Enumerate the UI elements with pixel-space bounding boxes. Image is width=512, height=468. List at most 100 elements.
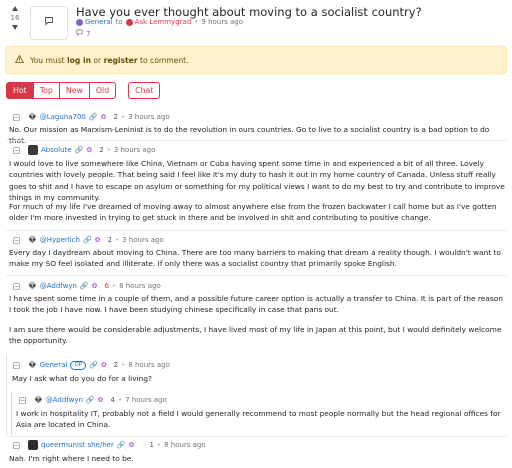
collapse-icon[interactable]: −: [13, 236, 20, 244]
chat-button[interactable]: Chat: [128, 82, 161, 99]
comment-time: 8 hours ago: [119, 282, 161, 290]
collapse-icon[interactable]: −: [13, 441, 20, 449]
comment-author[interactable]: @Hyperlich: [40, 235, 80, 245]
comment-count[interactable]: 7: [76, 29, 90, 39]
comment-header: − 👽 General OP 🔗 ✿ 2 • 8 hours ago: [13, 360, 170, 370]
alien-icon: 👽: [28, 282, 37, 290]
vote-column: 16: [6, 5, 24, 31]
comment-header: − queermunist she/her 🔗 ✿ 1 • 8 hours ag…: [13, 440, 206, 451]
alert-or: or: [90, 55, 104, 65]
post-thumbnail[interactable]: [30, 6, 68, 40]
comment-header: − 👽 @Addfwyn 🔗 ✿ 4 • 7 hours ago: [19, 395, 167, 405]
link-icon[interactable]: 🔗: [75, 145, 84, 155]
meta-separator: •: [156, 441, 162, 449]
comment-time: 3 hours ago: [113, 146, 156, 154]
meta-separator: •: [117, 396, 123, 404]
comment-text: No. Our mission as Marxism-Leninist is t…: [9, 125, 490, 145]
comment-time: 7 hours ago: [125, 396, 167, 404]
comment-header: − 👽 @Hyperlich 🔗 ✿ 2 • 3 hours ago: [13, 235, 164, 245]
comment-time: 8 hours ago: [128, 361, 170, 369]
author-link[interactable]: Ask Lemmygrad: [135, 17, 192, 27]
login-alert: You must log in or register to comment.: [5, 46, 507, 74]
comment-score: 4: [110, 396, 115, 404]
comment-author[interactable]: queermunist she/her: [41, 440, 114, 450]
register-link[interactable]: register: [104, 56, 138, 65]
collapse-icon[interactable]: −: [13, 146, 20, 154]
link-icon[interactable]: 🔗: [117, 440, 126, 450]
link-icon[interactable]: 🔗: [80, 281, 89, 291]
alien-icon: 👽: [34, 396, 43, 404]
op-badge: OP: [70, 360, 87, 370]
comment-score: 6: [104, 282, 109, 290]
flower-icon: ✿: [100, 113, 107, 121]
alien-icon: 👽: [28, 113, 37, 121]
collapse-icon[interactable]: −: [13, 282, 20, 290]
comment-author[interactable]: @Addfwyn: [46, 395, 83, 405]
flower-icon: ✿: [86, 146, 93, 154]
community-link[interactable]: General: [85, 17, 113, 27]
login-link[interactable]: log in: [67, 56, 91, 65]
comment-text-paragraph-1: I would love to live somewhere like Chin…: [9, 159, 505, 203]
meta-separator: •: [121, 361, 126, 369]
link-icon[interactable]: 🔗: [86, 395, 95, 405]
comment-score: 2: [113, 361, 119, 369]
comment-time: 3 hours ago: [122, 236, 164, 244]
comment-author[interactable]: Absolute: [41, 145, 72, 155]
comment-time: 3 hours ago: [128, 113, 170, 121]
alien-icon: 👽: [28, 361, 37, 369]
sort-top-button[interactable]: Top: [32, 82, 60, 99]
comment-score: 2: [113, 113, 118, 121]
comment-score: 1: [149, 441, 154, 449]
link-icon[interactable]: 🔗: [83, 235, 92, 245]
post-score: 16: [10, 14, 20, 22]
comment-header: − 👽 @Addfwyn 🔗 ✿ 6 • 8 hours ago: [13, 281, 161, 291]
collapse-icon[interactable]: −: [13, 361, 20, 369]
comment-text: Nah. I'm right where I need to be.: [9, 454, 134, 463]
comment-header: − 👽 @Laguna700 🔗 ✿ 2 • 3 hours ago: [13, 112, 170, 122]
comment-count-value: 7: [86, 30, 91, 38]
user-avatar: [28, 145, 38, 156]
comment-header: − Absolute 🔗 ✿ 2 • 3 hours ago: [13, 145, 156, 156]
thread-line-nested: [11, 393, 12, 435]
flower-icon: ✿: [97, 396, 104, 404]
link-icon[interactable]: 🔗: [89, 112, 98, 122]
comment-text: Every day I daydream about moving to Chi…: [9, 248, 501, 269]
meta-separator: •: [120, 113, 126, 121]
sort-hot-button[interactable]: Hot: [6, 82, 34, 99]
upvote-icon[interactable]: [6, 5, 24, 13]
downvote-icon[interactable]: [6, 23, 24, 31]
thread-line: [6, 355, 7, 435]
flower-icon: ✿: [100, 361, 107, 369]
alert-suffix: to comment.: [137, 55, 189, 65]
comment-text-paragraph-2: For much of my life I've dreamed of movi…: [9, 202, 497, 223]
sort-bar: Hot Top New Old Chat: [6, 82, 161, 99]
post-meta: General to Ask Lemmygrad • 9 hours ago: [76, 17, 243, 27]
alert-prefix: You must: [30, 55, 68, 65]
meta-separator: •: [115, 236, 120, 244]
flower-icon: ✿: [128, 441, 135, 449]
comment-time: 8 hours ago: [164, 441, 206, 449]
flower-icon: ✿: [94, 236, 101, 244]
divider: [6, 230, 508, 231]
meta-separator: •: [194, 18, 199, 26]
to-word: to: [115, 18, 123, 26]
sort-group: Hot Top New Old: [6, 82, 117, 99]
author-avatar: [125, 18, 133, 26]
comment-author[interactable]: @Laguna700: [40, 112, 86, 122]
comment-text-paragraph-2: I am sure there would be considerable ad…: [9, 325, 502, 346]
divider: [6, 436, 508, 437]
collapse-icon[interactable]: −: [19, 396, 26, 404]
comment-text: May I ask what do you do for a living?: [12, 374, 152, 383]
sort-new-button[interactable]: New: [58, 82, 90, 99]
sort-old-button[interactable]: Old: [88, 82, 117, 99]
link-icon[interactable]: 🔗: [89, 360, 98, 370]
meta-separator: •: [111, 282, 117, 290]
collapse-icon[interactable]: −: [13, 113, 20, 121]
community-avatar: [76, 18, 83, 26]
user-avatar: [28, 440, 38, 451]
comment-author[interactable]: General: [40, 360, 68, 370]
comment-icon: [76, 29, 83, 39]
divider: [6, 140, 508, 141]
flower-icon: ✿: [91, 282, 98, 290]
comment-author[interactable]: @Addfwyn: [40, 281, 77, 291]
